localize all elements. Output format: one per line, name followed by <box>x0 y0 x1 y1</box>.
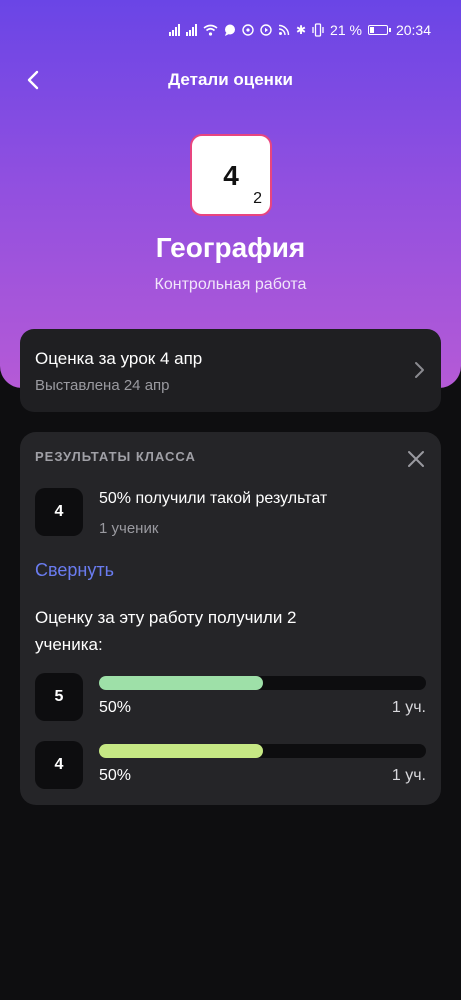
status-icons: ✱ 21 % 20:34 <box>168 22 431 38</box>
chat-icon <box>224 24 235 36</box>
clock: 20:34 <box>395 22 431 38</box>
same-result-count: 1 ученик <box>99 520 159 537</box>
lesson-card[interactable]: Оценка за урок 4 апр Выставлена 24 апр <box>20 329 441 412</box>
progress-bar <box>99 744 426 758</box>
lesson-date: Выставлена 24 апр <box>35 377 170 394</box>
same-grade-tile: 4 <box>35 488 83 536</box>
grade-tile: 4 <box>35 741 83 789</box>
subject-name: География <box>155 232 306 263</box>
progress-fill <box>99 676 263 690</box>
student-count: 1 уч. <box>391 767 426 784</box>
status-bar: ✱ 21 % 20:34 <box>0 0 461 62</box>
grade-tile: 5 <box>35 673 83 721</box>
same-result-text: 50% получили такой результат <box>99 490 328 507</box>
lesson-title: Оценка за урок 4 апр <box>35 349 203 368</box>
grade-weight: 2 <box>253 190 262 207</box>
work-type: Контрольная работа <box>154 276 307 293</box>
signal-icon <box>168 24 180 36</box>
percent-label: 50% <box>99 699 132 716</box>
progress-fill <box>99 744 263 758</box>
whatsapp-icon <box>242 24 254 36</box>
bluetooth-icon: ✱ <box>295 23 307 37</box>
grade-value: 4 <box>223 160 239 191</box>
progress-bar <box>99 676 426 690</box>
class-results-card: РЕЗУЛЬТАТЫ КЛАССА 4 50% получили такой р… <box>20 432 441 805</box>
vibrate-icon <box>312 23 324 37</box>
rss-icon <box>278 24 290 36</box>
page-title: Детали оценки <box>168 70 293 89</box>
battery-icon <box>367 25 391 35</box>
chevron-right-icon <box>415 362 424 378</box>
media-icon <box>260 24 272 36</box>
results-title: РЕЗУЛЬТАТЫ КЛАССА <box>35 449 196 464</box>
grade-badge: 4 2 <box>190 134 272 216</box>
collapse-link[interactable]: Свернуть <box>35 560 114 581</box>
wifi-icon <box>203 24 218 36</box>
distribution-title: Оценку за эту работу получили 2 ученика: <box>35 608 297 654</box>
signal-icon <box>185 24 197 36</box>
student-count: 1 уч. <box>391 699 426 716</box>
battery-percent: 21 % <box>330 22 362 38</box>
percent-label: 50% <box>99 767 132 784</box>
close-icon[interactable] <box>407 450 425 468</box>
